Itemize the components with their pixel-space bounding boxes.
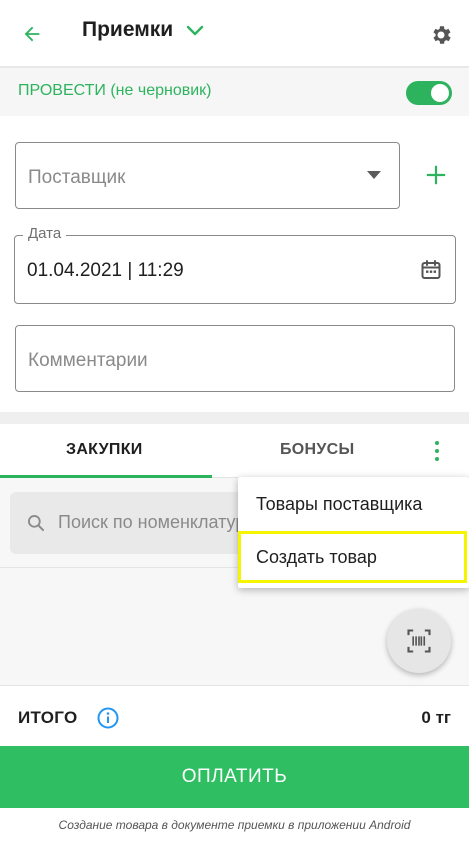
plus-icon bbox=[426, 165, 446, 185]
comment-field[interactable]: Комментарии bbox=[15, 325, 455, 392]
more-options-icon[interactable] bbox=[426, 436, 448, 466]
post-toggle[interactable] bbox=[406, 81, 452, 105]
supplier-dropdown[interactable]: Поставщик bbox=[15, 142, 400, 209]
menu-item-supplier-products[interactable]: Товары поставщика bbox=[238, 479, 469, 531]
toggle-knob bbox=[431, 84, 449, 102]
supplier-placeholder: Поставщик bbox=[28, 167, 126, 188]
pay-button-label: ОПЛАТИТЬ bbox=[181, 766, 288, 787]
section-divider bbox=[0, 412, 469, 424]
menu-item-create-product[interactable]: Создать товар bbox=[238, 531, 467, 583]
total-value: 0 тг bbox=[421, 708, 451, 727]
date-label: Дата bbox=[23, 225, 67, 242]
gear-icon bbox=[433, 26, 451, 44]
arrow-left-icon bbox=[24, 26, 40, 42]
search-icon bbox=[28, 515, 45, 532]
back-button[interactable] bbox=[14, 16, 50, 52]
post-document-row: ПРОВЕСТИ (не черновик) bbox=[0, 68, 469, 116]
barcode-scan-icon bbox=[407, 629, 431, 653]
document-type-selector[interactable]: Приемки bbox=[82, 18, 207, 42]
date-field[interactable]: Дата 01.04.2021 | 11:29 bbox=[14, 225, 456, 304]
date-value: 01.04.2021 | 11:29 bbox=[27, 260, 184, 281]
page-title: Приемки bbox=[82, 18, 174, 41]
tab-purchases[interactable]: ЗАКУПКИ bbox=[66, 441, 143, 459]
post-label: ПРОВЕСТИ (не черновик) bbox=[18, 82, 212, 99]
calendar-icon[interactable] bbox=[419, 258, 443, 282]
top-app-bar: Приемки bbox=[0, 0, 469, 68]
tab-bar: ЗАКУПКИ БОНУСЫ bbox=[0, 424, 469, 478]
pay-button[interactable]: ОПЛАТИТЬ bbox=[0, 746, 469, 808]
menu-item-label: Товары поставщика bbox=[256, 494, 423, 514]
menu-item-label: Создать товар bbox=[256, 547, 377, 567]
comment-placeholder: Комментарии bbox=[28, 350, 148, 371]
dropdown-arrow-icon bbox=[367, 171, 381, 179]
info-icon[interactable] bbox=[96, 706, 120, 730]
chevron-down-icon bbox=[187, 25, 204, 36]
add-supplier-button[interactable] bbox=[420, 159, 452, 191]
total-row: ИТОГО 0 тг bbox=[0, 685, 469, 746]
settings-button[interactable] bbox=[424, 18, 458, 52]
barcode-scan-button[interactable] bbox=[387, 609, 451, 673]
total-label: ИТОГО bbox=[18, 708, 78, 727]
image-caption: Создание товара в документе приемки в пр… bbox=[58, 818, 411, 832]
app-screen: Приемки ПРОВЕСТИ (не черновик) Поставщик… bbox=[0, 0, 469, 812]
tab-bonuses[interactable]: БОНУСЫ bbox=[280, 441, 354, 459]
options-menu: Товары поставщика Создать товар bbox=[238, 477, 469, 588]
search-placeholder: Поиск по номенклатуре bbox=[58, 512, 256, 532]
